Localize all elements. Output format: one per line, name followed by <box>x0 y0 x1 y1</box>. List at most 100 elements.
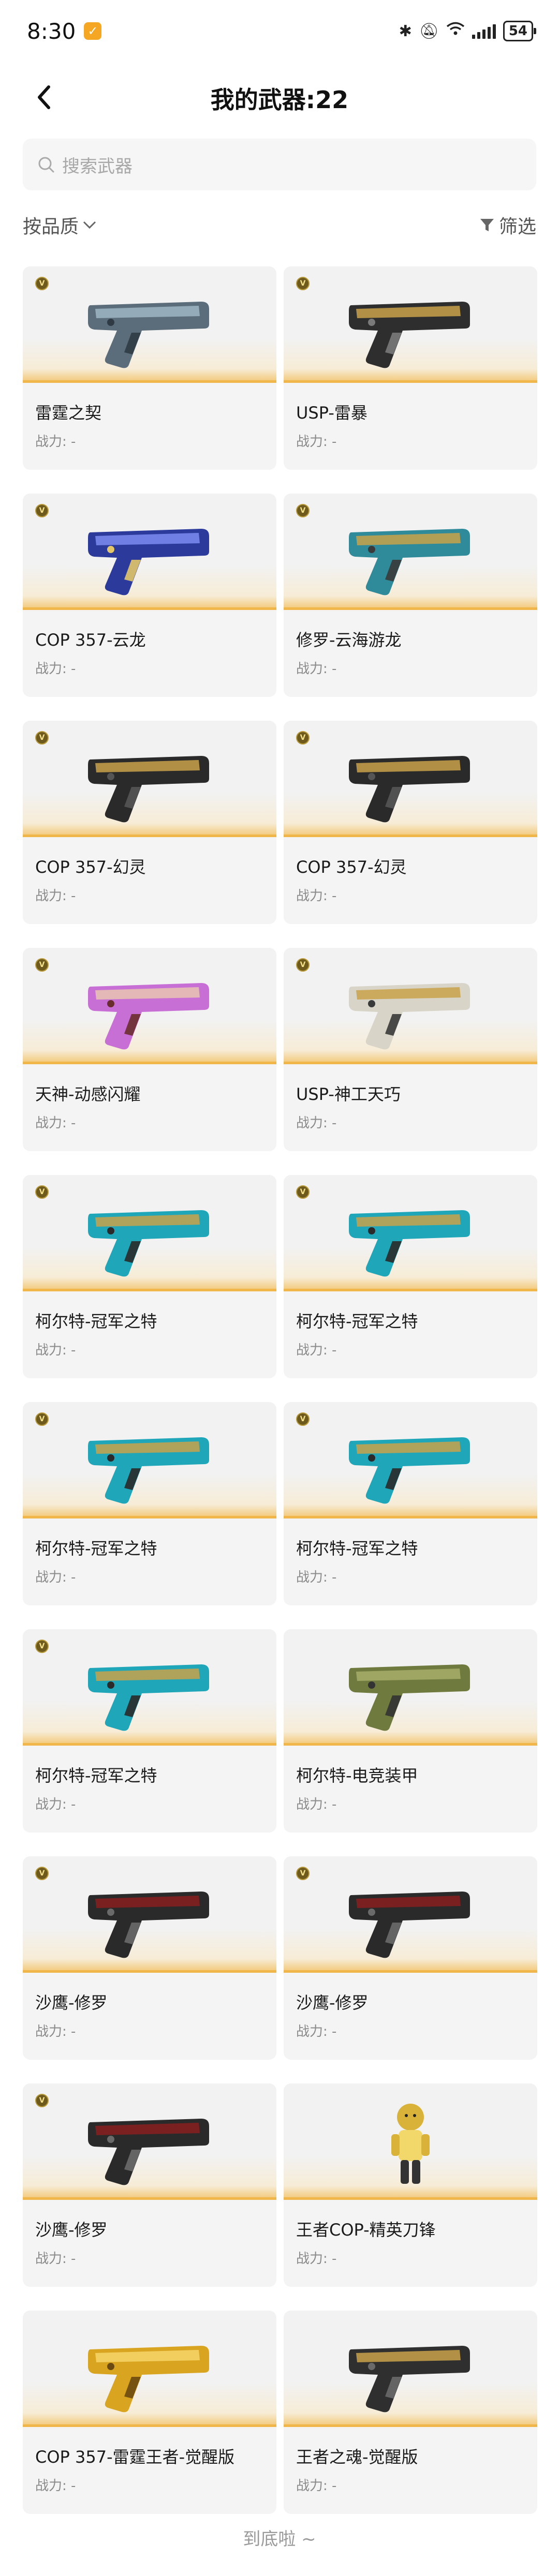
weapon-card[interactable]: V 沙鹰-修罗 战力: - <box>284 1856 537 2060</box>
chevron-down-icon <box>83 221 96 229</box>
weapon-card[interactable]: V 雷霆之契 战力: - <box>23 266 276 470</box>
weapon-name: COP 357-幻灵 <box>35 857 146 877</box>
weapon-image-area: V <box>23 1856 276 1973</box>
weapon-name: 沙鹰-修罗 <box>35 1993 108 2013</box>
weapon-image <box>349 983 470 1050</box>
rarity-badge-icon: V <box>296 1185 310 1199</box>
weapon-image <box>88 2119 209 2185</box>
weapon-image <box>349 529 470 595</box>
weapon-image-area: V <box>23 1402 276 1518</box>
weapon-card[interactable]: V COP 357-幻灵 战力: - <box>23 721 276 924</box>
weapon-name: USP-雷暴 <box>296 403 367 423</box>
weapon-name: 天神-动感闪耀 <box>35 1084 141 1104</box>
weapon-image-area: V <box>284 1402 537 1518</box>
search-placeholder: 搜索武器 <box>62 156 133 177</box>
weapon-card[interactable]: V 柯尔特-冠军之特 战力: - <box>23 1402 276 1605</box>
weapon-image <box>88 2346 209 2413</box>
weapon-power: 战力: - <box>296 1115 337 1131</box>
weapon-power: 战力: - <box>296 2024 337 2039</box>
sort-by-quality-dropdown[interactable]: 按品质 <box>23 212 96 239</box>
weapon-card[interactable]: 王者COP-精英刀锋 战力: - <box>284 2083 537 2287</box>
weapon-name: COP 357-云龙 <box>35 630 146 650</box>
weapon-image <box>88 302 209 368</box>
weapon-image-area: V <box>23 721 276 837</box>
rarity-badge-icon: V <box>35 277 49 290</box>
weapon-power: 战力: - <box>35 434 76 450</box>
rarity-badge-icon: V <box>35 1185 49 1199</box>
weapon-card[interactable]: V 柯尔特-冠军之特 战力: - <box>284 1175 537 1378</box>
weapon-card[interactable]: 柯尔特-电竞装甲 战力: - <box>284 1629 537 1833</box>
weapon-card[interactable]: V 柯尔特-冠军之特 战力: - <box>23 1629 276 1833</box>
weapon-card[interactable]: V 天神-动感闪耀 战力: - <box>23 948 276 1151</box>
sort-label: 按品质 <box>23 216 79 237</box>
weapon-figure-image <box>391 2104 430 2184</box>
weapon-image <box>349 1892 470 1958</box>
rarity-badge-icon: V <box>35 1867 49 1880</box>
weapon-name: 沙鹰-修罗 <box>296 1993 369 2013</box>
weapon-image-area: V <box>284 266 537 383</box>
weapon-image-area: V <box>23 1629 276 1746</box>
weapon-card[interactable]: V 柯尔特-冠军之特 战力: - <box>23 1175 276 1378</box>
weapon-image <box>88 529 209 595</box>
weapon-name: 柯尔特-冠军之特 <box>35 1766 157 1785</box>
weapon-image <box>349 1664 470 1731</box>
rarity-badge-icon: V <box>35 731 49 744</box>
rarity-badge-icon: V <box>35 504 49 517</box>
weapon-power: 战力: - <box>35 2024 76 2039</box>
weapon-card[interactable]: V USP-神工天巧 战力: - <box>284 948 537 1151</box>
weapon-image-area: V <box>23 2083 276 2200</box>
weapon-card[interactable]: V COP 357-幻灵 战力: - <box>284 721 537 924</box>
chevron-left-icon <box>38 85 50 109</box>
weapon-image <box>349 1210 470 1277</box>
filter-funnel-icon <box>480 219 494 231</box>
rarity-badge-icon: V <box>35 1412 49 1426</box>
rarity-badge-icon: V <box>35 1640 49 1653</box>
mute-icon: 🔕︎ <box>419 22 439 40</box>
app-notification-icon: ✓ <box>84 22 102 40</box>
weapon-image <box>349 756 470 823</box>
wifi-icon <box>446 22 465 40</box>
weapon-name: 柯尔特-冠军之特 <box>35 1312 157 1331</box>
weapon-power: 战力: - <box>35 1570 76 1585</box>
weapon-power: 战力: - <box>35 2478 76 2494</box>
battery-icon: 54 <box>503 21 537 41</box>
signal-icon <box>472 23 496 39</box>
rarity-badge-icon: V <box>296 277 310 290</box>
page-header: 我的武器:22 <box>0 67 559 129</box>
weapon-image-area: V <box>284 1856 537 1973</box>
weapon-power: 战力: - <box>296 434 337 450</box>
weapon-image-area: V <box>23 948 276 1064</box>
weapon-card[interactable]: V 沙鹰-修罗 战力: - <box>23 1856 276 2060</box>
weapon-image <box>349 1437 470 1504</box>
weapon-name: COP 357-雷霆王者-觉醒版 <box>35 2447 235 2467</box>
weapon-card[interactable]: COP 357-雷霆王者-觉醒版 战力: - <box>23 2311 276 2514</box>
weapon-name: COP 357-幻灵 <box>296 857 407 877</box>
weapon-image <box>88 1437 209 1504</box>
weapon-name: USP-神工天巧 <box>296 1084 401 1104</box>
back-button[interactable] <box>28 82 60 113</box>
weapon-name: 雷霆之契 <box>35 403 102 423</box>
weapon-card[interactable]: 王者之魂-觉醒版 战力: - <box>284 2311 537 2514</box>
weapon-card[interactable]: V 沙鹰-修罗 战力: - <box>23 2083 276 2287</box>
weapon-name: 柯尔特-电竞装甲 <box>296 1766 418 1785</box>
weapon-image <box>88 756 209 823</box>
search-input[interactable]: 搜索武器 <box>23 139 536 190</box>
rarity-badge-icon: V <box>296 731 310 744</box>
rarity-badge-icon: V <box>296 958 310 972</box>
status-time: 8:30 <box>27 18 76 44</box>
weapon-image-area <box>284 2083 537 2200</box>
weapon-power: 战力: - <box>35 1343 76 1358</box>
weapon-power: 战力: - <box>35 1797 76 1812</box>
filter-row: 按品质 筛选 <box>23 207 536 243</box>
weapon-card[interactable]: V 修罗-云海游龙 战力: - <box>284 494 537 697</box>
weapon-name: 王者之魂-觉醒版 <box>296 2447 418 2467</box>
weapon-image-area: V <box>23 494 276 610</box>
weapon-image-area: V <box>284 721 537 837</box>
filter-button[interactable]: 筛选 <box>479 212 536 239</box>
weapon-card[interactable]: V USP-雷暴 战力: - <box>284 266 537 470</box>
weapon-card[interactable]: V COP 357-云龙 战力: - <box>23 494 276 697</box>
rarity-badge-icon: V <box>296 1867 310 1880</box>
status-left: 8:30 ✓ <box>27 18 102 44</box>
weapon-card[interactable]: V 柯尔特-冠军之特 战力: - <box>284 1402 537 1605</box>
search-icon <box>38 157 54 173</box>
